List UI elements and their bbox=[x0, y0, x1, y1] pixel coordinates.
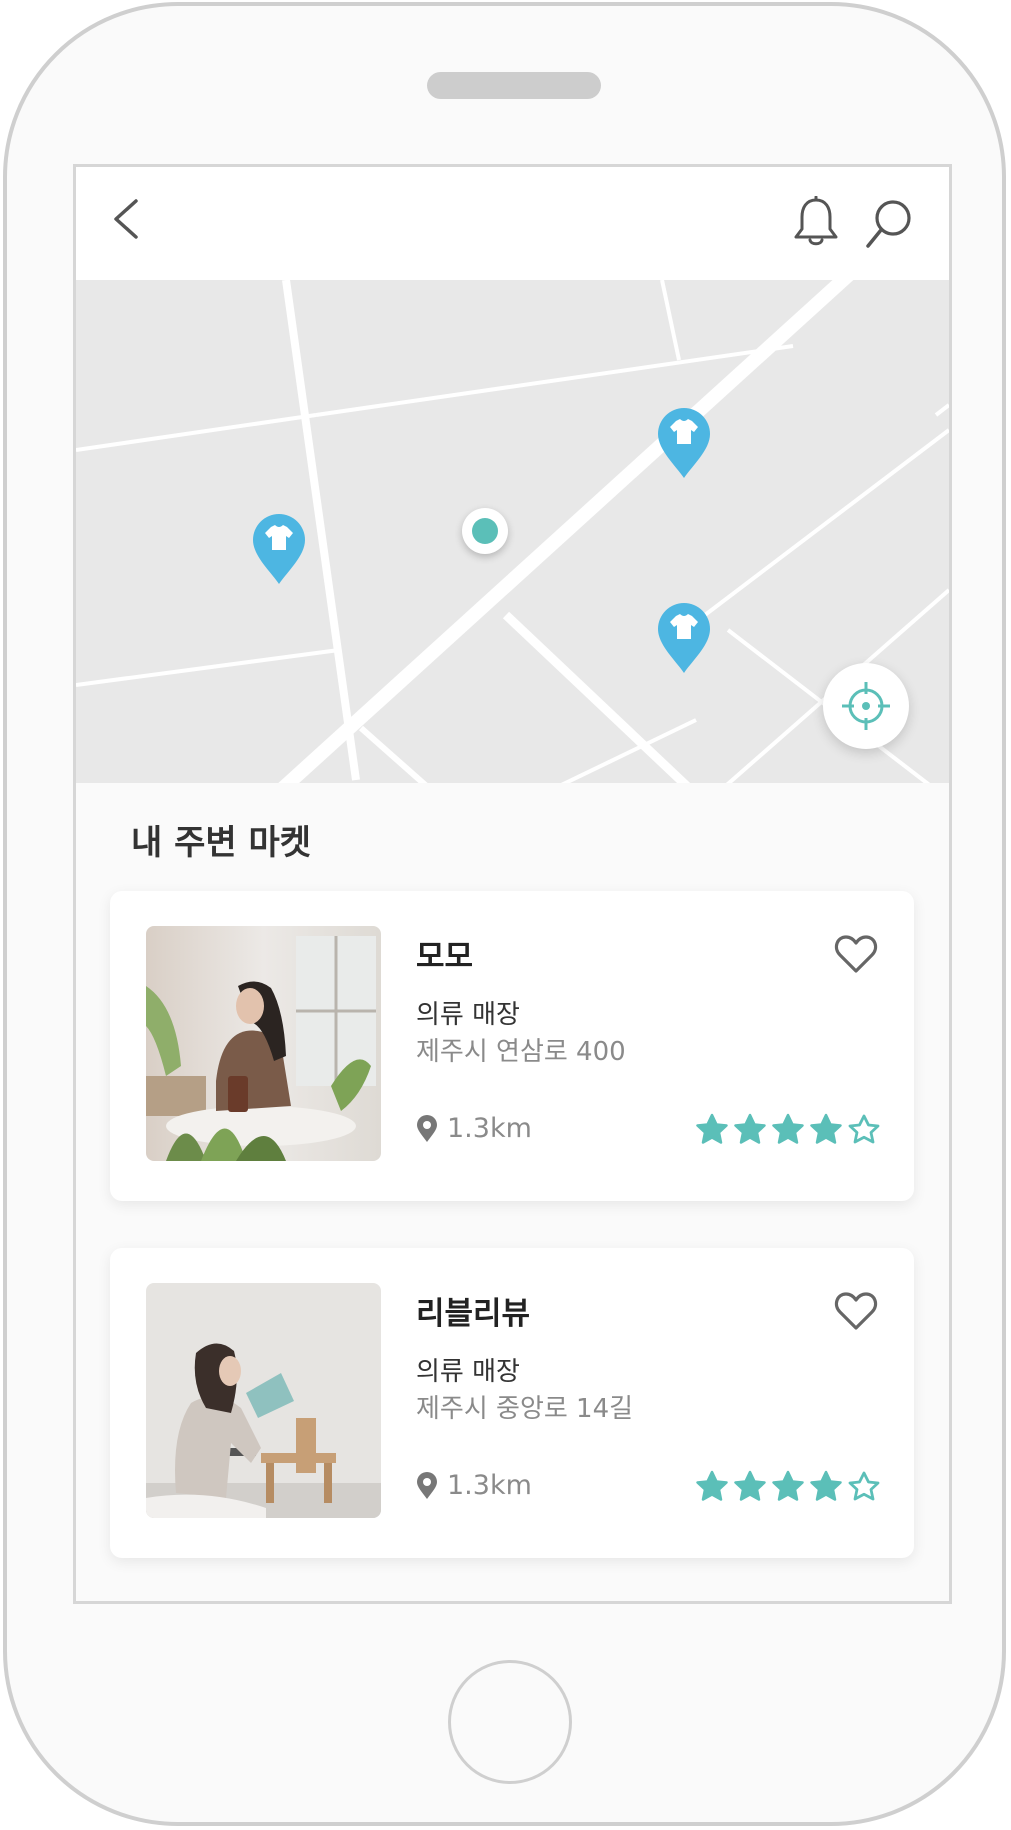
star-filled-icon bbox=[734, 1113, 766, 1144]
store-card[interactable]: 모모 의류 매장 제주시 연삼로 400 1.3km bbox=[110, 891, 914, 1201]
bell-icon bbox=[794, 196, 838, 246]
star-empty-icon bbox=[848, 1114, 880, 1144]
store-marker[interactable] bbox=[656, 601, 712, 675]
store-name[interactable]: 모모 bbox=[416, 931, 473, 976]
location-pin-icon bbox=[417, 1114, 437, 1142]
user-location-marker bbox=[462, 508, 508, 554]
store-map[interactable] bbox=[76, 280, 949, 783]
current-location-button[interactable] bbox=[823, 663, 909, 749]
star-empty-icon bbox=[848, 1471, 880, 1501]
location-pin-icon bbox=[417, 1471, 437, 1499]
crosshair-icon bbox=[842, 682, 890, 730]
section-title: 내 주변 마켓 bbox=[131, 823, 312, 863]
store-card[interactable]: 리블리뷰 의류 매장 제주시 중앙로 14길 1.3km bbox=[110, 1248, 914, 1558]
distance-value: 1.3km bbox=[447, 1470, 532, 1501]
store-distance: 1.3km bbox=[416, 1113, 532, 1144]
store-rating bbox=[695, 1470, 885, 1502]
heart-icon bbox=[834, 1292, 878, 1330]
phone-speaker bbox=[427, 72, 601, 99]
map-pin-tshirt-icon bbox=[658, 603, 710, 673]
chevron-left-icon bbox=[114, 199, 138, 239]
store-distance: 1.3km bbox=[416, 1470, 532, 1501]
distance-value: 1.3km bbox=[447, 1113, 532, 1144]
app-header bbox=[76, 167, 949, 280]
star-filled-icon bbox=[734, 1470, 766, 1501]
search-button[interactable] bbox=[863, 197, 915, 251]
home-button[interactable] bbox=[448, 1660, 572, 1784]
store-category: 의류 매장 bbox=[416, 1357, 520, 1387]
phone-frame: 내 주변 마켓 모모 의류 매장 제주시 연삼로 400 1.3km 리블리뷰 … bbox=[3, 2, 1006, 1826]
store-marker[interactable] bbox=[656, 406, 712, 480]
store-name[interactable]: 리블리뷰 bbox=[416, 1288, 530, 1333]
app-screen: 내 주변 마켓 모모 의류 매장 제주시 연삼로 400 1.3km 리블리뷰 … bbox=[73, 164, 952, 1604]
store-address: 제주시 연삼로 400 bbox=[416, 1037, 626, 1067]
store-category: 의류 매장 bbox=[416, 1000, 520, 1030]
star-filled-icon bbox=[696, 1470, 728, 1501]
favorite-button[interactable] bbox=[834, 933, 878, 975]
store-marker[interactable] bbox=[251, 512, 307, 586]
map-pin-tshirt-icon bbox=[658, 408, 710, 478]
back-button[interactable] bbox=[104, 197, 148, 241]
favorite-button[interactable] bbox=[834, 1290, 878, 1332]
star-filled-icon bbox=[772, 1470, 804, 1501]
star-filled-icon bbox=[772, 1113, 804, 1144]
map-pin-tshirt-icon bbox=[253, 514, 305, 584]
store-photo bbox=[146, 1283, 381, 1518]
map-roads bbox=[76, 280, 949, 783]
star-filled-icon bbox=[810, 1113, 842, 1144]
notification-button[interactable] bbox=[791, 195, 841, 249]
star-filled-icon bbox=[810, 1470, 842, 1501]
store-rating bbox=[695, 1113, 885, 1145]
star-filled-icon bbox=[696, 1113, 728, 1144]
store-photo bbox=[146, 926, 381, 1161]
store-address: 제주시 중앙로 14길 bbox=[416, 1394, 634, 1424]
search-icon bbox=[866, 200, 911, 248]
heart-icon bbox=[834, 935, 878, 973]
